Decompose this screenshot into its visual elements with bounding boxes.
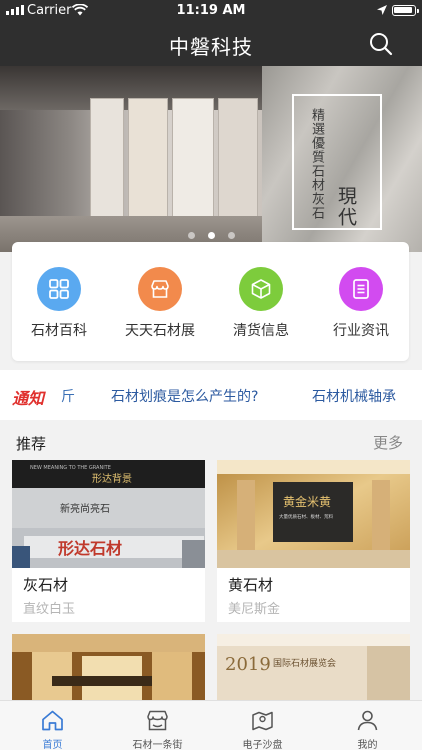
carousel-dot[interactable] <box>228 232 235 239</box>
svg-text:国际石材展览会: 国际石材展览会 <box>273 657 336 669</box>
svg-text:新亮尚亮石: 新亮尚亮石 <box>60 502 110 515</box>
tab-bar: 首页 石材一条街 电子沙盘 我的 <box>0 700 422 750</box>
page-title: 中磐科技 <box>169 35 253 59</box>
tab-profile[interactable]: 我的 <box>315 701 420 750</box>
banner-headline: 現代 <box>335 186 357 228</box>
more-link[interactable]: 更多 <box>373 432 403 453</box>
shop-icon <box>151 280 169 298</box>
battery-icon <box>392 5 419 16</box>
notice-bar[interactable]: 通知 斤 石材划痕是怎么产生的? 石材机械轴承 <box>0 370 422 420</box>
svg-text:形达背景: 形达背景 <box>92 472 132 485</box>
status-time: 11:19 AM <box>176 3 246 18</box>
notice-item[interactable]: 石材机械轴承 <box>312 386 396 406</box>
tab-home[interactable]: 首页 <box>0 701 105 750</box>
tab-label: 石材一条街 <box>132 740 183 750</box>
product-subtitle: 直纹白玉 <box>23 602 76 617</box>
category-stone-encyclopedia[interactable]: 石材百科 <box>9 267 109 347</box>
tab-label: 电子沙盘 <box>242 740 283 750</box>
map-pin-icon <box>252 711 273 731</box>
product-image: NEW MEANING TO THE GRANITE 形达背景 新亮尚亮石 形达… <box>12 460 205 568</box>
grid-icon <box>49 279 69 299</box>
document-icon <box>353 279 369 299</box>
status-bar: Carrier 11:19 AM <box>0 0 422 22</box>
app-screen: Carrier 11:19 AM 中磐科技 精選優質石材灰石 現代 石材百科 天… <box>0 0 422 750</box>
product-card[interactable] <box>12 634 205 700</box>
carousel-dots <box>188 232 238 240</box>
product-card[interactable]: NEW MEANING TO THE GRANITE 形达背景 新亮尚亮石 形达… <box>12 460 205 622</box>
notice-tag: 通知 <box>12 389 45 408</box>
product-name: 灰石材 <box>23 576 69 594</box>
tab-label: 我的 <box>357 740 378 750</box>
product-card[interactable]: 黄金米黄 大量优质石材、板材、荒料 黄石材 美尼斯金 <box>217 460 410 622</box>
product-image: 黄金米黄 大量优质石材、板材、荒料 <box>217 460 410 568</box>
carousel-dot[interactable] <box>188 232 195 239</box>
svg-text:大量优质石材、板材、荒料: 大量优质石材、板材、荒料 <box>279 513 333 520</box>
location-arrow-icon <box>377 5 387 15</box>
box-icon <box>251 279 271 299</box>
svg-text:NEW MEANING TO THE GRANITE: NEW MEANING TO THE GRANITE <box>30 465 111 471</box>
product-subtitle: 美尼斯金 <box>228 602 281 617</box>
user-icon <box>357 710 378 731</box>
tab-sand-table[interactable]: 电子沙盘 <box>210 701 315 750</box>
tab-label: 首页 <box>42 740 63 750</box>
category-card: 石材百科 天天石材展 清货信息 行业资讯 <box>12 242 409 361</box>
banner-vertical-text: 精選優質石材灰石 <box>309 108 324 220</box>
category-industry-news[interactable]: 行业资讯 <box>311 267 411 347</box>
top-bar: Carrier 11:19 AM 中磐科技 <box>0 0 422 66</box>
product-image <box>12 634 205 700</box>
tab-stone-street[interactable]: 石材一条街 <box>105 701 210 750</box>
notice-separator: 斤 <box>61 389 75 405</box>
banner-carousel[interactable]: 精選優質石材灰石 現代 簡約 <box>0 66 422 252</box>
store-icon <box>147 710 168 731</box>
category-daily-stone-show[interactable]: 天天石材展 <box>110 267 210 347</box>
recommend-header: 推荐 更多 <box>0 420 422 460</box>
notice-item[interactable]: 石材划痕是怎么产生的? <box>111 386 258 406</box>
product-name: 黄石材 <box>228 576 274 594</box>
svg-text:形达石材: 形达石材 <box>58 539 122 558</box>
category-label: 行业资讯 <box>333 323 389 339</box>
category-clearance-info[interactable]: 清货信息 <box>211 267 311 347</box>
recommend-title: 推荐 <box>16 435 47 453</box>
svg-text:2019: 2019 <box>225 654 271 675</box>
product-image: 2019 国际石材展览会 <box>217 634 410 700</box>
svg-text:黄金米黄: 黄金米黄 <box>283 494 331 509</box>
product-card[interactable]: 2019 国际石材展览会 <box>217 634 410 700</box>
carousel-dot-active[interactable] <box>208 232 215 239</box>
home-icon <box>42 710 63 731</box>
search-icon[interactable] <box>368 31 394 57</box>
